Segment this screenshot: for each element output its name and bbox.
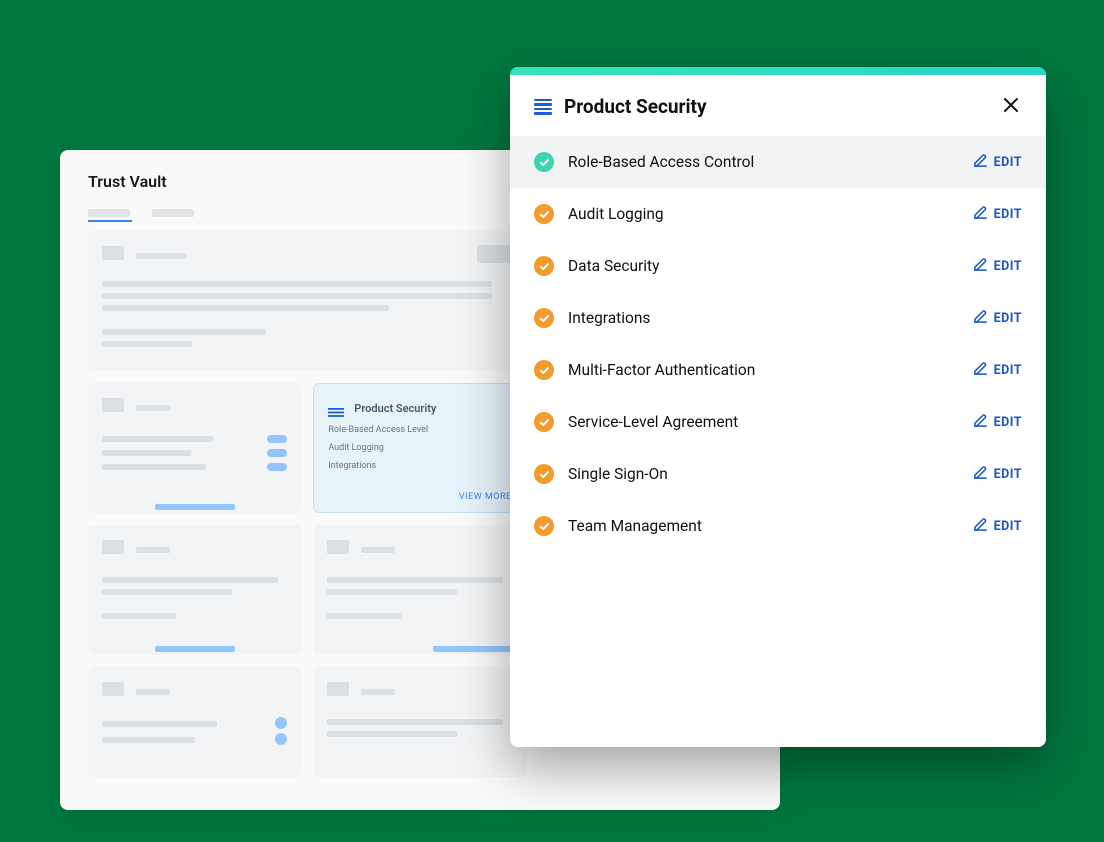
bg-tile [313,667,526,777]
pencil-icon [973,361,988,380]
mini-card-title: Product Security [354,402,436,415]
product-security-panel: Product Security Role-Based Access Contr… [510,67,1046,747]
edit-label: EDIT [994,155,1022,170]
bg-tab-active-underline [88,220,132,222]
check-badge-icon [534,464,554,484]
bg-tile [88,667,301,777]
security-item-row: Service-Level Agreement EDIT [510,396,1046,448]
bg-tile [88,231,527,371]
security-item-row: Data Security EDIT [510,240,1046,292]
security-item-row: Role-Based Access Control EDIT [510,136,1046,188]
check-badge-icon [534,308,554,328]
pencil-icon [973,257,988,276]
edit-label: EDIT [994,207,1022,222]
pencil-icon [973,153,988,172]
view-more-link[interactable]: VIEW MORE [459,492,512,502]
security-item-row: Team Management EDIT [510,500,1046,552]
bg-tab-placeholder [88,209,130,217]
edit-button[interactable]: EDIT [973,465,1022,484]
security-item-label: Data Security [568,257,973,275]
security-item-row: Integrations EDIT [510,292,1046,344]
edit-button[interactable]: EDIT [973,517,1022,536]
security-item-label: Team Management [568,517,973,535]
edit-label: EDIT [994,311,1022,326]
check-badge-icon [534,516,554,536]
security-item-label: Single Sign-On [568,465,973,483]
mini-card-line: Role-Based Access Level [328,425,511,435]
mini-card-line: Audit Logging [328,443,511,453]
security-item-label: Audit Logging [568,205,973,223]
edit-button[interactable]: EDIT [973,413,1022,432]
security-item-row: Single Sign-On EDIT [510,448,1046,500]
menu-icon [328,404,344,414]
bg-tile [88,525,301,655]
product-security-mini-card[interactable]: Product Security Role-Based Access Level… [313,383,526,513]
bg-tile [88,383,301,513]
panel-header: Product Security [510,75,1046,136]
edit-label: EDIT [994,259,1022,274]
security-item-label: Multi-Factor Authentication [568,361,973,379]
edit-button[interactable]: EDIT [973,309,1022,328]
security-item-row: Multi-Factor Authentication EDIT [510,344,1046,396]
edit-button[interactable]: EDIT [973,361,1022,380]
panel-title: Product Security [564,95,1000,118]
panel-items-list: Role-Based Access ControlEDITAudit Loggi… [510,136,1046,552]
pencil-icon [973,465,988,484]
bg-tile [313,525,526,655]
pencil-icon [973,205,988,224]
mini-card-line: Integrations [328,461,511,471]
bg-tab-placeholder [152,209,194,217]
pencil-icon [973,413,988,432]
edit-label: EDIT [994,519,1022,534]
edit-label: EDIT [994,467,1022,482]
pencil-icon [973,309,988,328]
check-badge-icon [534,152,554,172]
security-item-label: Integrations [568,309,973,327]
edit-button[interactable]: EDIT [973,205,1022,224]
check-badge-icon [534,360,554,380]
pencil-icon [973,517,988,536]
menu-icon[interactable] [534,99,552,115]
edit-label: EDIT [994,415,1022,430]
edit-label: EDIT [994,363,1022,378]
edit-button[interactable]: EDIT [973,153,1022,172]
security-item-row: Audit Logging EDIT [510,188,1046,240]
close-icon[interactable] [1000,96,1022,117]
edit-button[interactable]: EDIT [973,257,1022,276]
panel-accent-bar [510,67,1046,75]
security-item-label: Service-Level Agreement [568,413,973,431]
check-badge-icon [534,204,554,224]
check-badge-icon [534,412,554,432]
check-badge-icon [534,256,554,276]
security-item-label: Role-Based Access Control [568,153,973,171]
